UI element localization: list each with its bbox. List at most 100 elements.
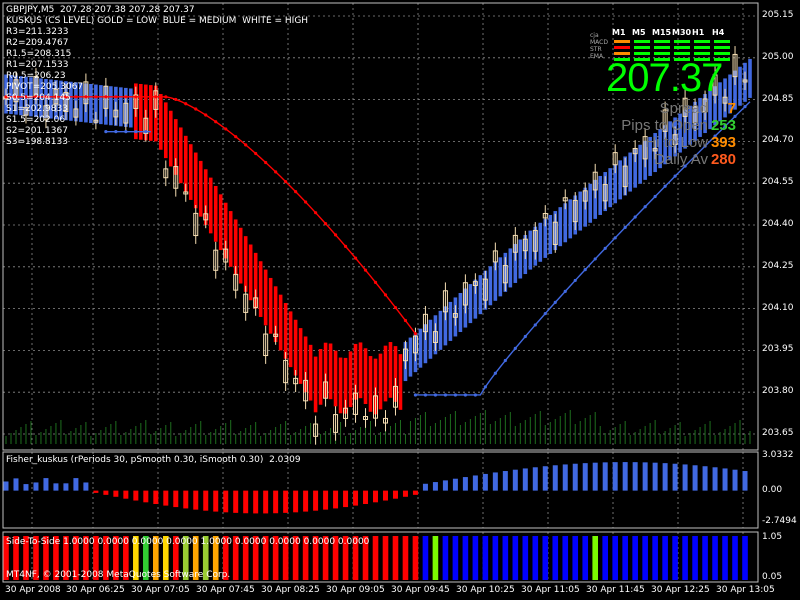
trend-band-bar	[248, 244, 253, 301]
price-tick: 205.15	[762, 10, 794, 20]
signal-cell	[674, 40, 690, 43]
fisher-bar	[53, 483, 59, 491]
trend-band-bar	[363, 348, 368, 405]
side-bar	[572, 536, 579, 580]
trend-band-bar	[418, 328, 423, 368]
blue-ma-line-early-dot	[124, 130, 128, 134]
trend-band-bar	[358, 342, 363, 399]
fisher-bar	[512, 469, 518, 491]
side-bar	[372, 536, 379, 580]
side-bar	[642, 536, 648, 580]
fisher-bar	[522, 468, 528, 491]
side-bar	[602, 536, 608, 580]
fisher-bar	[353, 490, 359, 506]
signal-cell	[634, 40, 650, 43]
pivot-level: S1=202.9833	[6, 104, 68, 114]
fisher-bar	[3, 481, 9, 491]
fisher-bar	[323, 490, 329, 510]
trend-band-bar	[293, 319, 298, 376]
red-ma-line-dot	[134, 95, 138, 99]
side-bar	[442, 536, 449, 580]
price-tick: 204.55	[762, 177, 794, 188]
fisher-bar	[263, 490, 269, 514]
price-tick: 205.00	[762, 51, 794, 62]
trend-band-bar	[568, 199, 573, 239]
fisher-bar	[93, 490, 99, 493]
current-price: 207.37	[606, 56, 723, 100]
trend-band-bar	[119, 87, 123, 127]
fisher-bar	[392, 490, 398, 499]
blue-ma-line-dot	[433, 393, 438, 397]
price-tick: 203.65	[762, 428, 794, 438]
blue-ma-line-dot	[443, 393, 448, 397]
blue-ma-line-dot	[593, 257, 597, 261]
trend-band-bar	[528, 230, 533, 270]
fisher-bar	[273, 490, 279, 514]
fisher-bar	[722, 468, 728, 491]
fisher-bar	[13, 478, 19, 491]
row-label: STR	[590, 46, 602, 53]
time-tick: 30 Apr 09:45	[391, 585, 450, 595]
trend-band-bar	[188, 144, 193, 200]
stat-row: Spread 7	[596, 100, 736, 117]
signal-cell	[654, 40, 670, 43]
blue-ma-line-dot	[413, 393, 418, 397]
red-ma-line-dot	[234, 135, 238, 139]
trend-band-bar	[328, 343, 333, 400]
red-ma-line-dot	[154, 95, 158, 99]
side-bar	[652, 536, 658, 580]
trend-band-bar	[738, 66, 742, 106]
blue-ma-line-dot	[553, 300, 557, 304]
fisher-bar	[193, 490, 199, 510]
fisher-bar	[412, 490, 418, 495]
signal-cell	[694, 52, 710, 55]
fisher-bar	[83, 482, 89, 491]
price-tick: 204.70	[762, 135, 794, 146]
blue-ma-line-dot	[603, 246, 607, 250]
side-bar	[702, 536, 708, 580]
side-bar	[392, 536, 399, 580]
blue-ma-line-dot	[463, 393, 467, 397]
signal-cell	[674, 46, 690, 49]
fisher-bar	[632, 462, 638, 491]
fisher-bar	[432, 482, 438, 491]
side-bar	[432, 536, 439, 580]
red-ma-line-dot	[124, 95, 128, 99]
stat-value: 253	[710, 117, 736, 134]
trend-band-bar	[518, 239, 523, 279]
fisher-bar	[732, 469, 738, 491]
fisher-bar	[23, 484, 29, 491]
stat-label: Spread	[659, 100, 708, 117]
fisher-bar	[492, 472, 498, 491]
blue-ma-line-dot	[523, 334, 527, 339]
red-ma-line-dot	[274, 170, 278, 174]
side-bar	[452, 536, 459, 580]
indicator-line: KUSKUS (CS LEVEL) GOLD = LOW BLUE = MEDI…	[6, 16, 309, 26]
stat-label: Daily Av	[654, 151, 708, 168]
stat-label: Hi to Low	[645, 134, 708, 151]
red-ma-line-dot	[393, 305, 398, 310]
fisher-bar	[382, 490, 388, 501]
fisher-bar	[592, 462, 598, 491]
fisher-histogram	[3, 462, 748, 514]
time-tick: 30 Apr 2008	[5, 585, 61, 595]
stat-value: 280	[710, 151, 736, 168]
signal-cell	[654, 46, 670, 49]
blue-ma-line-dot	[613, 236, 617, 240]
pivot-level: R1.5=208.315	[6, 49, 72, 59]
fisher-bar	[682, 464, 688, 491]
red-ma-line-dot	[403, 318, 408, 323]
fisher-bar	[472, 475, 478, 491]
fisher-bar	[183, 490, 189, 509]
fisher-bar	[343, 490, 349, 508]
trend-band-bar	[89, 83, 93, 124]
symbol-line: GBPJPY,M5 207.28 207.38 207.28 207.37	[6, 5, 195, 15]
red-ma-line-dot	[214, 120, 218, 124]
trend-band-bar	[608, 168, 612, 208]
fisher-bar	[442, 480, 448, 491]
timeframe-label: M1	[612, 28, 626, 37]
fisher-tick: 0.00	[762, 484, 783, 495]
blue-ma-line-early-dot	[104, 130, 108, 134]
time-tick: 30 Apr 09:05	[326, 585, 385, 595]
trend-band-bar	[438, 310, 443, 350]
